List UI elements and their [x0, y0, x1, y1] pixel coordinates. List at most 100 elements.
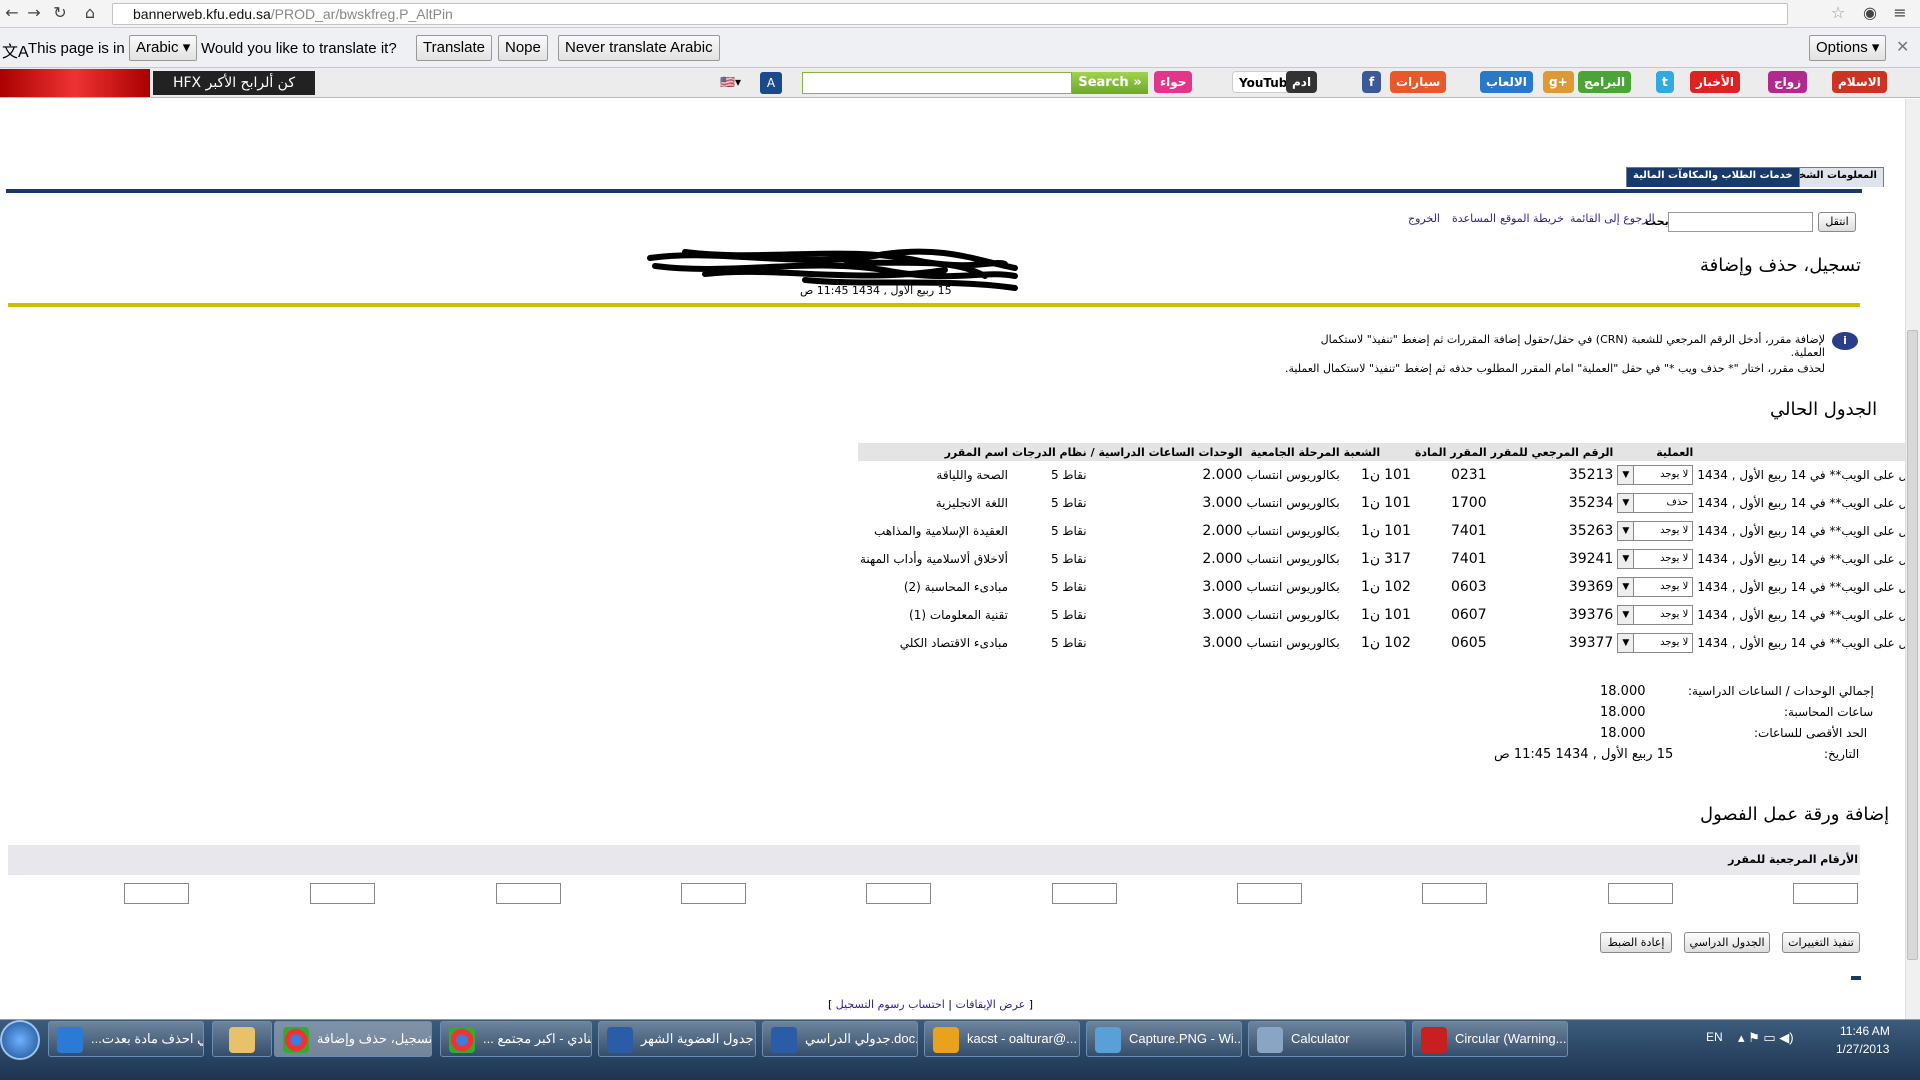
- options-button[interactable]: Options ▾: [1809, 35, 1887, 61]
- taskbar-item-calculator[interactable]: Calculator: [1248, 1021, 1406, 1057]
- course-title-cell: تقنية المعلومات (1): [909, 608, 1009, 622]
- language-indicator[interactable]: EN: [1706, 1030, 1723, 1044]
- action-value: لا يوجد: [1660, 553, 1689, 564]
- crn-input-1[interactable]: [1793, 883, 1858, 904]
- taskbar-item-word-1[interactable]: جدول العضوية الشهر...: [598, 1021, 756, 1057]
- crn-input-8[interactable]: [496, 883, 561, 904]
- action-select[interactable]: لا يوجد ▼: [1617, 465, 1694, 485]
- registration-fees-link[interactable]: احتساب رسوم التسجيل: [836, 998, 945, 1011]
- taskbar-item-chrome-active[interactable]: تسجيل، حذف وإضافة...: [274, 1021, 432, 1057]
- action-select[interactable]: لا يوجد ▼: [1617, 577, 1694, 597]
- star-icon[interactable]: ☆: [1828, 3, 1848, 22]
- crn-input-6[interactable]: [866, 883, 931, 904]
- toolbar-link-hawaa[interactable]: حواء: [1154, 71, 1193, 93]
- crn-input-10[interactable]: [124, 883, 189, 904]
- app-icon[interactable]: A: [760, 72, 782, 94]
- billing-hours-label: ساعات المحاسبة:: [1784, 705, 1874, 719]
- taskbar-item-word-2[interactable]: جدولي الدراسي.doc...: [762, 1021, 918, 1057]
- level-cell: بكالوريوس انتساب: [1246, 552, 1340, 566]
- toolbar-link-programs[interactable]: البرامج: [1578, 71, 1632, 93]
- back-icon[interactable]: ←: [2, 3, 22, 22]
- taskbar-item-ie[interactable]: ...ابي احذف مادة بعدت: [48, 1021, 204, 1057]
- tab-student-services[interactable]: خدمات الطلاب والمكافآت المالية: [1626, 167, 1800, 187]
- crn-input-9[interactable]: [310, 883, 375, 904]
- grading-cell: نقاط 5: [1050, 580, 1087, 594]
- toolbar-search-input[interactable]: [802, 72, 1072, 94]
- toolbar-link-marriage[interactable]: زواج: [1768, 71, 1808, 93]
- close-icon[interactable]: ✕: [1896, 37, 1909, 57]
- taskbar-item-outlook[interactable]: kacst - oalturar@...: [924, 1021, 1080, 1057]
- section-cell: ن1: [1360, 635, 1381, 651]
- action-select[interactable]: لا يوجد ▼: [1617, 521, 1694, 541]
- scrollbar-thumb[interactable]: [1907, 330, 1918, 960]
- crn-input-3[interactable]: [1422, 883, 1487, 904]
- class-schedule-button[interactable]: الجدول الدراسي: [1684, 932, 1770, 953]
- crn-cell: 39377: [1568, 635, 1614, 651]
- nope-button[interactable]: Nope: [498, 35, 548, 61]
- schedule-table: الحالة العملية الرقم المرجعي للمقرر المق…: [858, 443, 1920, 657]
- crn-input-7[interactable]: [681, 883, 746, 904]
- toolbar-link-islam[interactable]: الاسلام: [1832, 71, 1887, 93]
- taskbar-item-paint[interactable]: Capture.PNG - Wi...: [1086, 1021, 1242, 1057]
- exit-link[interactable]: الخروج: [1408, 212, 1440, 225]
- clock-date[interactable]: 1/27/2013: [1836, 1042, 1889, 1056]
- toolbar-link-adam[interactable]: ادم: [1286, 71, 1318, 93]
- start-button[interactable]: [0, 1020, 40, 1060]
- section-cell: ن1: [1360, 551, 1381, 567]
- search-input[interactable]: [1668, 212, 1813, 232]
- never-translate-button[interactable]: Never translate Arabic: [558, 35, 720, 61]
- action-select[interactable]: حذف ▼: [1617, 493, 1694, 513]
- clock-time[interactable]: 11:46 AM: [1840, 1024, 1890, 1038]
- eye-icon[interactable]: ◉: [1860, 3, 1880, 22]
- go-button[interactable]: انتقل: [1818, 212, 1856, 232]
- footer-bracket-open: [: [1025, 998, 1034, 1011]
- action-select: لا يوجد ▼: [1615, 601, 1695, 629]
- word-icon: [771, 1027, 797, 1053]
- taskbar-item-chrome[interactable]: ... النادي - اكبر مجتمع: [440, 1021, 592, 1057]
- flag-icon[interactable]: 🇺🇸▾: [720, 75, 741, 89]
- action-select[interactable]: لا يوجد ▼: [1617, 549, 1694, 569]
- course-cell: 102: [1384, 579, 1411, 595]
- action-select: لا يوجد ▼: [1615, 573, 1695, 601]
- reload-icon[interactable]: ↻: [50, 3, 70, 22]
- ie-icon: [57, 1027, 83, 1053]
- hours-cell: [1089, 545, 1197, 573]
- crn-input-5[interactable]: [1052, 883, 1117, 904]
- back-to-menu-link[interactable]: الرجوع إلى القائمة: [1570, 212, 1655, 225]
- submit-changes-button[interactable]: تنفيذ التغييرات: [1782, 932, 1860, 953]
- taskbar-item-explorer[interactable]: [212, 1021, 272, 1057]
- billing-hours-value: 18.000: [1600, 705, 1646, 720]
- facebook-icon[interactable]: f: [1362, 71, 1382, 93]
- toolbar-link-cars[interactable]: سيارات: [1390, 71, 1447, 93]
- language-select[interactable]: Arabic ▾: [129, 35, 198, 61]
- forward-icon[interactable]: →: [24, 3, 44, 22]
- tray-icons[interactable]: ▴ ⚑ ▭ ◀): [1738, 1030, 1794, 1046]
- action-select[interactable]: لا يوجد ▼: [1617, 605, 1694, 625]
- toolbar-search-button[interactable]: Search »: [1072, 72, 1148, 94]
- toolbar-link-games[interactable]: الالعاب: [1480, 71, 1533, 93]
- crn-header: الأرقام المرجعية للمقرر: [1728, 853, 1858, 866]
- nav-divider: [6, 189, 1862, 193]
- chevron-down-icon: ▼: [1618, 634, 1635, 652]
- action-select[interactable]: لا يوجد ▼: [1617, 633, 1694, 653]
- google-plus-icon[interactable]: g+: [1543, 71, 1574, 93]
- current-schedule-title: الجدول الحالي: [1770, 399, 1878, 420]
- home-icon[interactable]: ⌂: [80, 3, 100, 22]
- crn-input-4[interactable]: [1237, 883, 1302, 904]
- page-marker: [1851, 976, 1861, 980]
- help-link[interactable]: المساعدة: [1452, 212, 1496, 225]
- twitter-icon[interactable]: t: [1656, 71, 1674, 93]
- translate-button[interactable]: Translate: [416, 35, 492, 61]
- toolbar-link-news[interactable]: الأخبار: [1690, 71, 1741, 93]
- reset-button[interactable]: إعادة الضبط: [1600, 932, 1672, 953]
- grading-cell: نقاط 5: [1050, 636, 1087, 650]
- hfx-label[interactable]: كن ألرابح الأكبر HFX: [153, 71, 315, 95]
- crn-input-2[interactable]: [1608, 883, 1673, 904]
- url-field[interactable]: bannerweb.kfu.edu.sa/PROD_ar/bwskfreg.P_…: [112, 3, 1788, 25]
- crn-cell: 35263: [1568, 523, 1614, 539]
- wrench-icon[interactable]: ≡: [1890, 3, 1910, 22]
- site-map-link[interactable]: خريطة الموقع: [1500, 212, 1564, 225]
- taskbar-item-pdf[interactable]: Circular (Warning...: [1412, 1021, 1568, 1057]
- view-holds-link[interactable]: عرض الإيقافات: [956, 998, 1026, 1011]
- hours-cell: [1089, 517, 1197, 545]
